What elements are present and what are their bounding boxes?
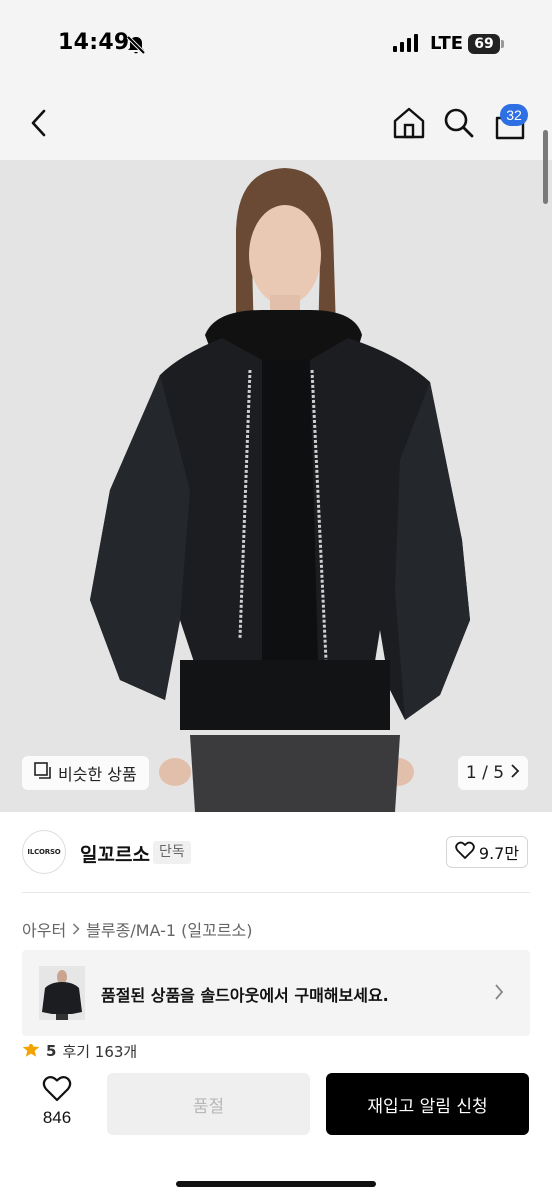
product-image[interactable] <box>0 160 552 812</box>
chevron-right-icon <box>510 763 520 783</box>
soldout-banner[interactable]: 품절된 상품을 솔드아웃에서 구매해보세요. <box>22 950 530 1036</box>
rating-score: 5 <box>46 1044 57 1058</box>
star-icon <box>22 1044 40 1058</box>
image-pager[interactable]: 1 / 5 <box>458 756 528 790</box>
brand-like-count: 9.7만 <box>478 844 520 863</box>
search-icon[interactable] <box>443 107 475 143</box>
soldout-message: 품절된 상품을 솔드아웃에서 구매해보세요. <box>101 986 389 1005</box>
rating-summary[interactable]: 5 후기 163개 <box>22 1044 137 1058</box>
restock-alert-button[interactable]: 재입고 알림 신청 <box>326 1073 529 1135</box>
similar-products-label: 비슷한 상품 <box>58 765 137 784</box>
restock-alert-label: 재입고 알림 신청 <box>367 1096 488 1117</box>
chevron-right-icon <box>494 984 504 1004</box>
similar-products-button[interactable]: 비슷한 상품 <box>22 756 149 790</box>
status-bar: 14:49 LTE 69 <box>0 0 552 90</box>
product-photo <box>0 160 552 812</box>
heart-icon <box>455 841 475 863</box>
breadcrumb-item-outer[interactable]: 아우터 <box>22 917 66 941</box>
soldout-button: 품절 <box>107 1073 310 1135</box>
brand-like-button[interactable]: 9.7만 <box>446 836 528 868</box>
back-chevron-icon[interactable] <box>28 108 50 142</box>
home-indicator <box>176 1181 376 1187</box>
bell-slash-icon <box>125 34 147 60</box>
status-time: 14:49 <box>58 30 130 55</box>
home-icon[interactable] <box>392 106 426 144</box>
battery-level: 69 <box>468 34 500 54</box>
exclusive-badge: 단독 <box>153 841 191 864</box>
network-type: LTE <box>430 33 464 54</box>
cart-count-badge: 32 <box>500 104 528 126</box>
soldout-button-label: 품절 <box>192 1096 225 1117</box>
chevron-right-icon <box>72 920 80 939</box>
heart-icon <box>42 1076 72 1106</box>
wishlist-button[interactable]: 846 <box>30 1075 84 1128</box>
battery-icon: 69 <box>468 34 504 54</box>
page-scroll-indicator <box>543 130 548 204</box>
divider <box>22 892 530 893</box>
top-nav <box>0 90 552 160</box>
brand-logo[interactable]: ILCORSO <box>22 830 66 874</box>
brand-name[interactable]: 일꼬르소 <box>80 840 150 867</box>
pager-text: 1 / 5 <box>465 763 505 783</box>
product-thumbnail <box>39 966 85 1020</box>
breadcrumb: 아우터 블루종/MA-1 (일꼬르소) <box>22 917 253 941</box>
wishlist-count: 846 <box>42 1108 72 1127</box>
signal-icon <box>393 34 419 56</box>
breadcrumb-item-category[interactable]: 블루종/MA-1 (일꼬르소) <box>86 917 252 941</box>
similar-icon <box>34 762 52 784</box>
review-count: 후기 163개 <box>62 1044 138 1058</box>
